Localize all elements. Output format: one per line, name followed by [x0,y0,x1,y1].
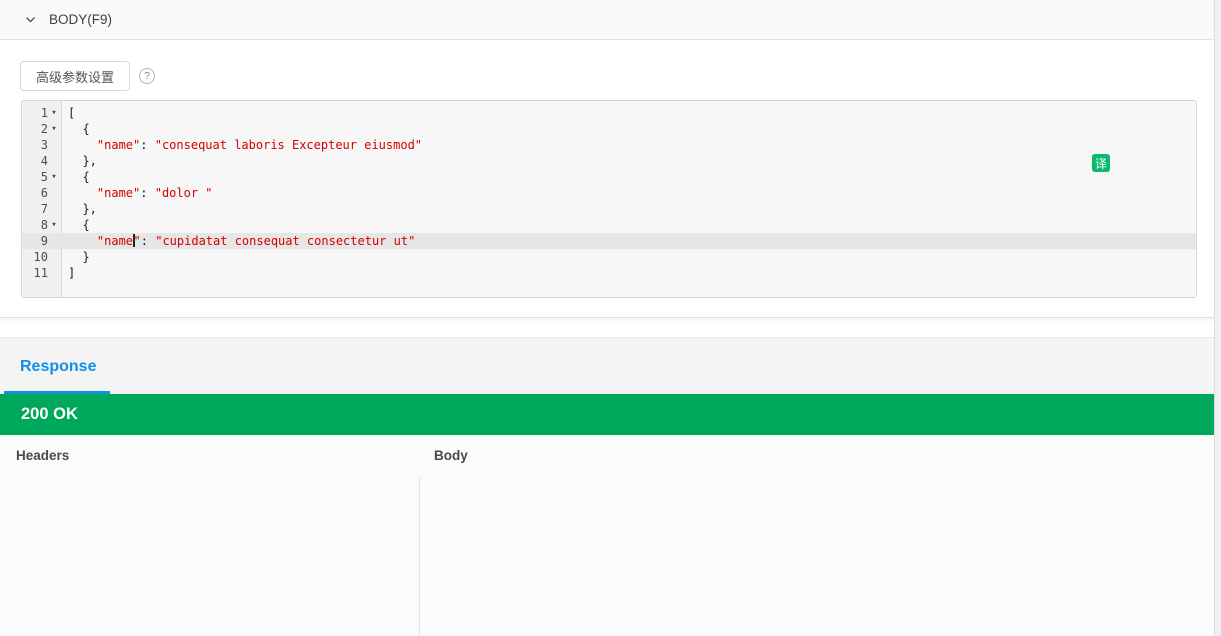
body-label: Body [434,448,468,463]
code-line[interactable]: 9 "name": "cupidatat consequat consectet… [22,233,1196,249]
advanced-params-button[interactable]: 高级参数设置 [20,61,130,91]
code-token: { [68,218,90,232]
headers-label: Headers [16,448,69,463]
code-token: : [140,138,154,152]
code-token: ] [68,266,75,280]
line-number: 11 [22,265,60,281]
request-toolbar: 高级参数设置 ? [20,60,155,92]
line-number: 1▾ [22,105,60,121]
code-line[interactable]: 4 }, [22,153,1196,169]
code-line[interactable]: 3 "name": "consequat laboris Excepteur e… [22,137,1196,153]
chevron-down-icon[interactable] [25,14,36,25]
translate-badge-icon[interactable]: 译 [1092,154,1110,172]
fold-spacer [48,265,60,281]
active-tab-indicator [4,391,110,394]
code-token [68,234,97,248]
code-token: "name [97,234,133,248]
code-token: "consequat laboris Excepteur eiusmod" [155,138,422,152]
code-token: [ [68,106,75,120]
code-line[interactable]: 1▾ [ [22,105,1196,121]
response-result-area: Headers Body [0,435,1214,636]
line-number: 2▾ [22,121,60,137]
request-body-editor[interactable]: 1▾ [2▾ {3 "name": "consequat laboris Exce… [21,100,1197,298]
code-token: "name" [97,138,140,152]
api-test-page: BODY(F9) 高级参数设置 ? 1▾ [2▾ {3 "name": "cons… [0,0,1221,636]
fold-spacer [48,185,60,201]
code-token: }, [68,154,97,168]
body-section-title: BODY(F9) [49,12,112,27]
line-number: 4 [22,153,60,169]
fold-spacer [48,233,60,249]
code-token: } [68,250,90,264]
code-line[interactable]: 10 } [22,249,1196,265]
fold-arrow-icon[interactable]: ▾ [48,121,60,137]
code-token [68,186,97,200]
page-scrollbar[interactable] [1214,0,1221,636]
code-token: " [134,234,141,248]
code-line[interactable]: 5▾ { [22,169,1196,185]
response-section: Response 200 OK Headers Body { "cookie":… [0,337,1214,636]
fold-spacer [48,201,60,217]
line-number: 3 [22,137,60,153]
code-line[interactable]: 7 }, [22,201,1196,217]
tab-response[interactable]: Response [20,358,96,376]
code-line[interactable]: 8▾ { [22,217,1196,233]
code-token: : [140,186,154,200]
fold-arrow-icon[interactable]: ▾ [48,105,60,121]
line-number: 8▾ [22,217,60,233]
line-number: 7 [22,201,60,217]
line-number: 6 [22,185,60,201]
fold-arrow-icon[interactable]: ▾ [48,169,60,185]
fold-spacer [48,153,60,169]
help-icon[interactable]: ? [139,68,155,84]
status-banner: 200 OK [0,394,1214,435]
code-line[interactable]: 2▾ { [22,121,1196,137]
line-number: 5▾ [22,169,60,185]
fold-arrow-icon[interactable]: ▾ [48,217,60,233]
code-token: : [141,234,155,248]
code-token: { [68,122,90,136]
line-number: 10 [22,249,60,265]
code-token: "cupidatat consequat consectetur ut" [155,234,415,248]
line-number: 9 [22,233,60,249]
response-tabbar: Response [0,337,1214,394]
code-token: { [68,170,90,184]
fold-spacer [48,249,60,265]
code-token [68,138,97,152]
code-token: }, [68,202,97,216]
request-body-card: BODY(F9) 高级参数设置 ? 1▾ [2▾ {3 "name": "cons… [0,0,1214,318]
code-line[interactable]: 11] [22,265,1196,281]
fold-spacer [48,137,60,153]
code-line[interactable]: 6 "name": "dolor " [22,185,1196,201]
code-token: "dolor " [155,186,213,200]
column-divider [419,477,420,636]
body-collapse-header[interactable]: BODY(F9) [0,0,1214,40]
code-token: "name" [97,186,140,200]
